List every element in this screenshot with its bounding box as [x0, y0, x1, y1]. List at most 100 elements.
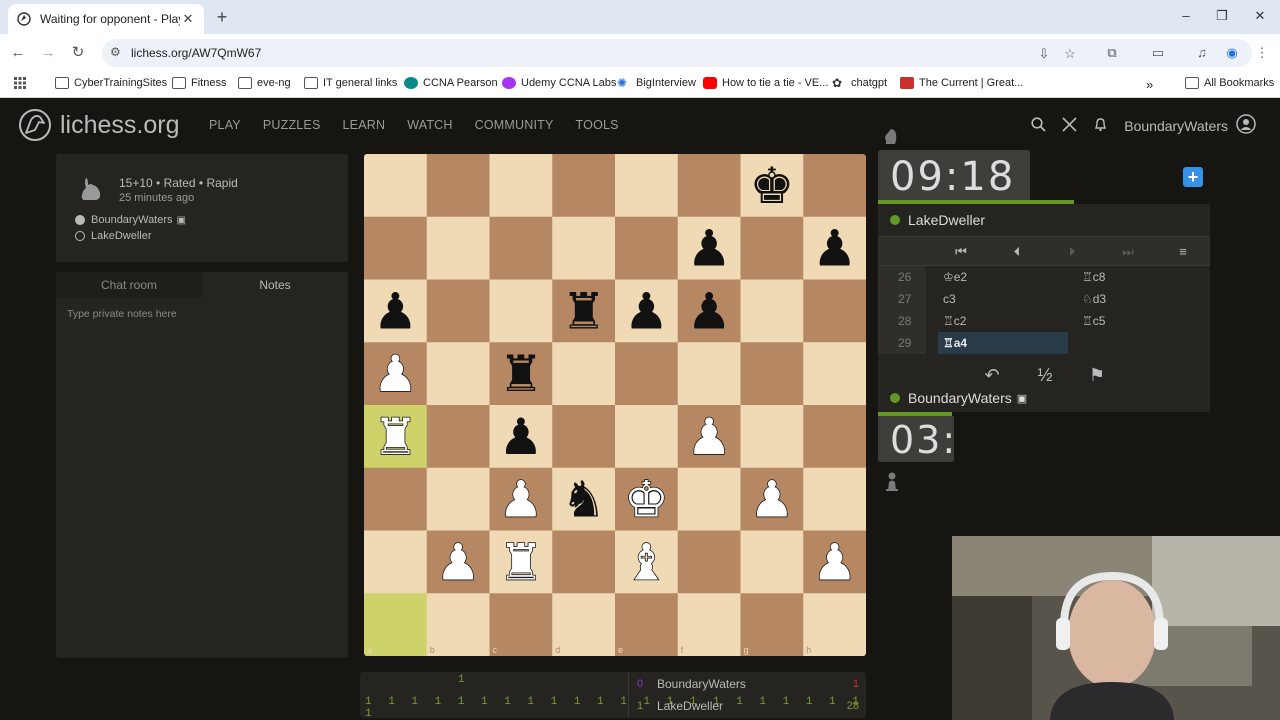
- new-tab-button[interactable]: +: [212, 7, 232, 27]
- square-g7[interactable]: [740, 216, 804, 280]
- bell-icon[interactable]: [1093, 117, 1108, 135]
- square-c8[interactable]: [489, 154, 553, 218]
- bookmark-item[interactable]: IT general links: [304, 77, 397, 89]
- black-move[interactable]: [1078, 332, 1208, 354]
- piece-c3[interactable]: ♟: [498, 470, 544, 530]
- bookmark-item[interactable]: CyberTrainingSites: [55, 77, 167, 89]
- square-h8[interactable]: [803, 154, 866, 218]
- piece-a5[interactable]: ♟: [372, 344, 418, 404]
- menu-icon[interactable]: ⋮: [1254, 45, 1270, 61]
- piece-e3[interactable]: ♚: [623, 470, 669, 530]
- bookmark-item[interactable]: eve-ng: [238, 77, 291, 89]
- own-player[interactable]: BoundaryWaters ▣: [890, 390, 1027, 406]
- site-info-icon[interactable]: ⚙: [110, 45, 121, 59]
- square-d8[interactable]: [552, 154, 616, 218]
- search-icon[interactable]: [1031, 116, 1046, 135]
- piece-h2[interactable]: ♟: [811, 533, 857, 593]
- site-logo[interactable]: lichess.org: [18, 108, 180, 142]
- swords-icon[interactable]: [1062, 116, 1077, 135]
- install-app-icon[interactable]: ⇩: [1036, 46, 1052, 62]
- square-h6[interactable]: [803, 279, 866, 343]
- add-time-button[interactable]: +: [1183, 167, 1203, 187]
- square-f8[interactable]: [677, 154, 741, 218]
- all-bookmarks[interactable]: All Bookmarks: [1185, 77, 1274, 89]
- square-e1[interactable]: [615, 593, 679, 656]
- reload-icon[interactable]: ↻: [68, 43, 88, 63]
- piece-c4[interactable]: ♟: [498, 408, 543, 466]
- menu-hamburger-icon[interactable]: ≡: [1174, 243, 1192, 261]
- square-b5[interactable]: [426, 342, 490, 406]
- square-b6[interactable]: [426, 279, 490, 343]
- username-link[interactable]: BoundaryWaters: [1124, 118, 1228, 134]
- black-player-link[interactable]: LakeDweller: [75, 230, 152, 242]
- media-icon[interactable]: ♫: [1194, 45, 1210, 61]
- square-a8[interactable]: [364, 154, 428, 218]
- square-c7[interactable]: [489, 216, 553, 280]
- piece-a6[interactable]: ♟: [373, 282, 418, 340]
- square-h5[interactable]: [803, 342, 866, 406]
- chess-board[interactable]: 8 7 6 5 4 3 2 1 a b c d e f g h ♚ ♟ ♟ ♟ ♜ ♟ ♟ ♟ ♜ ♜ ♟ ♟ ♟ ♞ ♚ ♟ ♟ ♜ ♝ ♟: [364, 154, 866, 656]
- bookmark-item[interactable]: How to tie a tie - VE...: [703, 77, 828, 89]
- square-d5[interactable]: [552, 342, 616, 406]
- square-g6[interactable]: [740, 279, 804, 343]
- piece-e6[interactable]: ♟: [624, 282, 669, 340]
- square-f3[interactable]: [677, 467, 741, 531]
- square-b1[interactable]: [426, 593, 490, 656]
- bookmark-item[interactable]: The Current | Great...: [900, 77, 1023, 89]
- white-player-link[interactable]: BoundaryWaters ▣: [75, 214, 186, 226]
- square-h4[interactable]: [803, 405, 866, 469]
- square-b3[interactable]: [426, 467, 490, 531]
- square-b4[interactable]: [426, 405, 490, 469]
- extensions-icon[interactable]: ⧉: [1104, 45, 1120, 61]
- square-a2[interactable]: [364, 530, 428, 594]
- square-g1[interactable]: [740, 593, 804, 656]
- opponent-player[interactable]: LakeDweller: [890, 212, 985, 228]
- square-e4[interactable]: [615, 405, 679, 469]
- piece-e2[interactable]: ♝: [623, 533, 669, 593]
- square-c6[interactable]: [489, 279, 553, 343]
- piece-f6[interactable]: ♟: [687, 282, 732, 340]
- restore-button[interactable]: ❐: [1212, 8, 1232, 24]
- bookmark-item[interactable]: CCNA Pearson: [404, 77, 498, 89]
- material-player-name[interactable]: BoundaryWaters: [657, 677, 853, 691]
- nav-puzzles[interactable]: PUZZLES: [263, 118, 321, 132]
- takeback-icon[interactable]: ↶: [978, 362, 1006, 388]
- square-e7[interactable]: [615, 216, 679, 280]
- tab-chat-room[interactable]: Chat room: [56, 272, 202, 298]
- nav-play[interactable]: PLAY: [209, 118, 241, 132]
- user-avatar-icon[interactable]: [1236, 114, 1256, 137]
- piece-g3[interactable]: ♟: [749, 470, 795, 530]
- piece-g8[interactable]: ♚: [749, 157, 794, 215]
- material-player-name[interactable]: LakeDweller: [657, 699, 847, 713]
- square-a1[interactable]: [364, 593, 428, 656]
- square-d1[interactable]: [552, 593, 616, 656]
- piece-f4[interactable]: ♟: [686, 407, 732, 467]
- board-svg[interactable]: 87654321a b c d e f g h♚♟ ♟♟ ♜ ♟ ♟♟ ♜♜ ♟ ♟♟ ♞ ♚ ♟♟ ♜ ♝ ♟: [364, 154, 866, 656]
- white-move[interactable]: c3: [938, 288, 1068, 310]
- cast-icon[interactable]: ▭: [1150, 45, 1166, 61]
- piece-d3[interactable]: ♞: [561, 471, 606, 529]
- black-move[interactable]: ♘d3: [1078, 288, 1208, 310]
- white-move[interactable]: ♖c2: [938, 310, 1068, 332]
- bookmark-item[interactable]: Udemy CCNA Labs: [502, 77, 616, 89]
- piece-b2[interactable]: ♟: [435, 533, 481, 593]
- piece-c5[interactable]: ♜: [498, 345, 543, 403]
- address-bar[interactable]: ⚙ lichess.org/AW7QmW67 ⇩ ☆: [102, 39, 1252, 67]
- notes-textarea[interactable]: Type private notes here: [67, 308, 177, 320]
- tab-close-icon[interactable]: ✕: [180, 11, 196, 27]
- square-h3[interactable]: [803, 467, 866, 531]
- square-e8[interactable]: [615, 154, 679, 218]
- square-a7[interactable]: [364, 216, 428, 280]
- last-move-icon[interactable]: ⏭: [1119, 243, 1137, 261]
- piece-c2[interactable]: ♜: [498, 533, 544, 593]
- draw-offer-button[interactable]: ½: [1031, 362, 1059, 388]
- close-window-button[interactable]: ✕: [1250, 8, 1270, 24]
- resign-flag-icon[interactable]: ⚑: [1083, 362, 1111, 388]
- piece-d6[interactable]: ♜: [561, 282, 606, 340]
- square-g2[interactable]: [740, 530, 804, 594]
- piece-a4[interactable]: ♜: [372, 407, 418, 467]
- prev-move-icon[interactable]: ⏴: [1008, 243, 1026, 261]
- bookmark-item[interactable]: ✿ chatgpt: [832, 77, 887, 89]
- square-b8[interactable]: [426, 154, 490, 218]
- square-d4[interactable]: [552, 405, 616, 469]
